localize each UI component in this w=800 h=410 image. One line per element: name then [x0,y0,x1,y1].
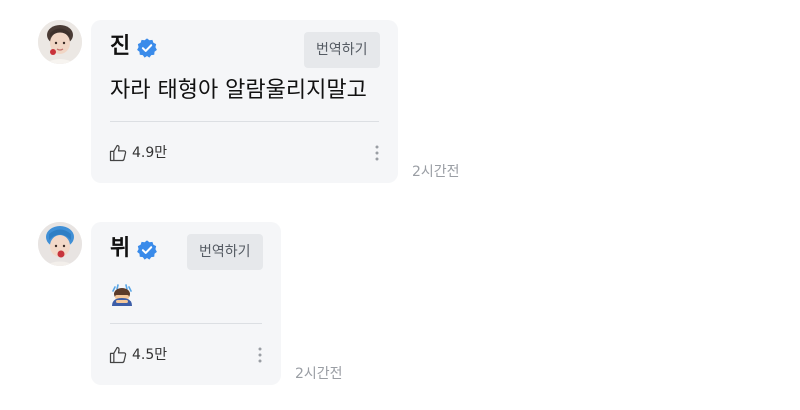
bowing-person-emoji [112,284,132,306]
v-avatar-icon [38,222,82,266]
translate-button[interactable]: 번역하기 [187,234,263,270]
comment-bubble: 진 번역하기 자라 태형아 알람울리지말고 4.9만 [91,20,398,183]
like-button[interactable]: 4.5만 [108,344,167,366]
jin-avatar-icon [38,20,82,64]
comment-time: 2시간전 [412,164,460,180]
thumbs-up-icon [109,144,127,162]
comment-time: 2시간전 [295,366,343,382]
more-options-icon[interactable] [254,345,266,365]
translate-button[interactable]: 번역하기 [304,32,380,68]
like-button[interactable]: 4.9만 [108,142,167,164]
thumbs-up-icon [109,346,127,364]
comment-bubble: 뷔 번역하기 4.5만 [91,222,281,385]
more-options-icon[interactable] [371,143,383,163]
avatar[interactable] [38,222,82,266]
divider [110,323,262,324]
like-count: 4.9만 [132,145,168,161]
verified-badge-icon [137,240,157,260]
avatar[interactable] [38,20,82,64]
comment-author[interactable]: 뷔 [110,236,130,262]
verified-badge-icon [137,38,157,58]
divider [110,121,379,122]
comment-text: 자라 태형아 알람울리지말고 [110,78,367,103]
like-count: 4.5만 [132,347,168,363]
comment-author[interactable]: 진 [110,34,130,60]
